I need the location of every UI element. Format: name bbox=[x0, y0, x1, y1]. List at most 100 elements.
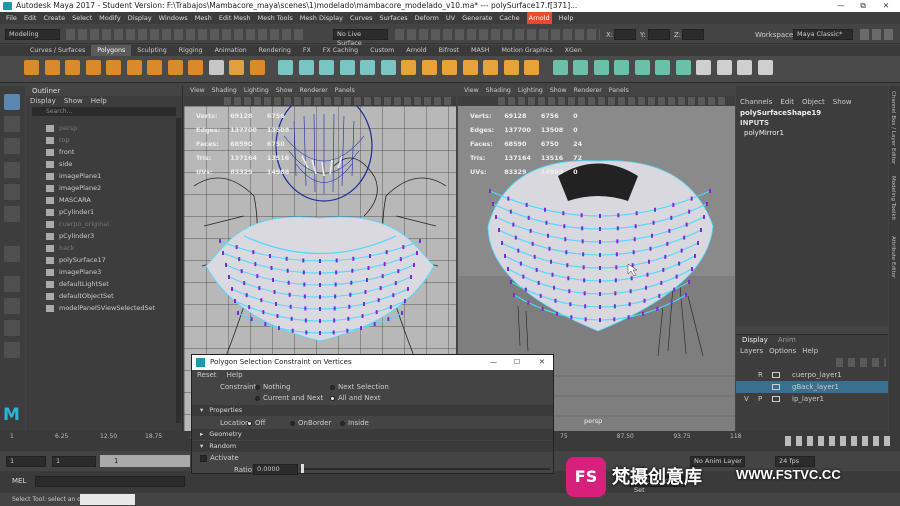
shelf-tool-icon[interactable] bbox=[380, 60, 396, 75]
viewport-menu-lighting[interactable]: Lighting bbox=[244, 86, 269, 96]
shelf-tool-icon[interactable] bbox=[634, 60, 650, 75]
dialog-close-button[interactable]: ✕ bbox=[539, 355, 545, 370]
move-tool-icon[interactable] bbox=[4, 162, 20, 178]
shelf-tool-icon[interactable] bbox=[278, 60, 293, 75]
outliner-item[interactable]: persp bbox=[46, 122, 77, 134]
menu-mesh[interactable]: Mesh bbox=[195, 12, 212, 24]
shelf-tool-icon[interactable] bbox=[401, 60, 416, 75]
random-section[interactable]: ▾ Random bbox=[192, 441, 553, 452]
layer-playback-toggle[interactable]: P bbox=[758, 393, 762, 405]
outliner-scrollbar[interactable] bbox=[176, 118, 181, 423]
range-bar[interactable]: 1 bbox=[100, 455, 190, 467]
outliner-item[interactable]: front bbox=[46, 146, 74, 158]
dialog-maximize-button[interactable]: ☐ bbox=[514, 355, 520, 370]
shelf-tool-icon[interactable] bbox=[614, 60, 629, 75]
shelf-tab-rendering[interactable]: Rendering bbox=[253, 45, 297, 56]
menu-curves[interactable]: Curves bbox=[350, 12, 373, 24]
radio-inside[interactable]: Inside bbox=[340, 419, 369, 427]
viewport-menu-shading[interactable]: Shading bbox=[486, 86, 511, 96]
radio-onborder[interactable]: OnBorder bbox=[290, 419, 331, 427]
layer-row[interactable]: V Pip_layer1 bbox=[736, 393, 888, 405]
menu-select[interactable]: Select bbox=[72, 12, 92, 24]
shelf-tool-icon[interactable] bbox=[167, 60, 183, 75]
start-frame-field[interactable]: 1 bbox=[6, 456, 46, 467]
dialog-reset-menu[interactable]: Reset bbox=[197, 370, 217, 381]
menu-cache[interactable]: Cache bbox=[499, 12, 519, 24]
side-tab-modeling-toolkit[interactable]: Modeling Toolkit bbox=[890, 176, 896, 220]
radio-nothing[interactable]: Nothing bbox=[255, 383, 291, 391]
shelf-tab-fx[interactable]: FX bbox=[297, 45, 317, 56]
outliner-item[interactable]: imagePlane1 bbox=[46, 170, 101, 182]
shelf-tab-arnold[interactable]: Arnold bbox=[400, 45, 432, 56]
outliner-item[interactable]: side bbox=[46, 158, 72, 170]
menu-mesh-display[interactable]: Mesh Display bbox=[300, 12, 343, 24]
shelf-tool-icon[interactable] bbox=[655, 60, 670, 75]
shelf-tool-icon[interactable] bbox=[421, 60, 437, 75]
shelf-tab-fx-caching[interactable]: FX Caching bbox=[317, 45, 364, 56]
shelf-tab-xgen[interactable]: XGen bbox=[559, 45, 588, 56]
channel-menu-channels[interactable]: Channels bbox=[740, 96, 772, 108]
shelf-tool-icon[interactable] bbox=[737, 60, 752, 75]
shelf-tool-icon[interactable] bbox=[552, 60, 568, 75]
layer-color-swatch[interactable] bbox=[772, 396, 780, 402]
shelf-tool-icon[interactable] bbox=[696, 60, 711, 75]
channel-menu-edit[interactable]: Edit bbox=[780, 96, 794, 108]
y-field[interactable] bbox=[648, 29, 670, 40]
layer-visibility-toggle[interactable]: V bbox=[744, 393, 749, 405]
four-view-icon[interactable] bbox=[4, 298, 20, 314]
shelf-tool-icon[interactable] bbox=[339, 60, 355, 75]
outliner-item[interactable]: top bbox=[46, 134, 70, 146]
radio-off[interactable]: Off bbox=[247, 419, 265, 427]
shelf-tool-icon[interactable] bbox=[462, 60, 478, 75]
scale-tool-icon[interactable] bbox=[4, 206, 20, 222]
shelf-tool-icon[interactable] bbox=[319, 60, 334, 75]
layer-playback-toggle[interactable]: R bbox=[758, 369, 763, 381]
dialog-minimize-button[interactable]: — bbox=[490, 355, 497, 370]
single-view-icon[interactable] bbox=[4, 276, 20, 292]
viewport-menu-show[interactable]: Show bbox=[276, 86, 293, 96]
outliner-item[interactable]: imagePlane3 bbox=[46, 266, 101, 278]
shelf-tab-curves-surfaces[interactable]: Curves / Surfaces bbox=[24, 45, 91, 56]
minimized-window-icon[interactable] bbox=[80, 494, 135, 505]
shelf-tab-bifrost[interactable]: Bifrost bbox=[433, 45, 465, 56]
shelf-tool-icon[interactable] bbox=[188, 60, 203, 75]
rotate-tool-icon[interactable] bbox=[4, 184, 20, 200]
two-view-icon[interactable] bbox=[4, 320, 20, 336]
dialog-help-menu[interactable]: Help bbox=[227, 370, 243, 381]
ratio-field[interactable]: 0.0000 bbox=[253, 464, 298, 475]
shelf-tool-icon[interactable] bbox=[65, 60, 80, 75]
outliner-layout-icon[interactable] bbox=[4, 342, 20, 358]
input-node[interactable]: polyMirror1 bbox=[736, 128, 888, 138]
viewport-menu-view[interactable]: View bbox=[190, 86, 205, 96]
close-button[interactable]: ✕ bbox=[875, 0, 897, 12]
viewport-menu-view[interactable]: View bbox=[464, 86, 479, 96]
outliner-menu-show[interactable]: Show bbox=[64, 96, 83, 106]
z-field[interactable] bbox=[682, 29, 704, 40]
mode-dropdown[interactable]: Modeling bbox=[5, 29, 60, 40]
shelf-tool-icon[interactable] bbox=[298, 60, 314, 75]
paint-select-icon[interactable] bbox=[4, 138, 20, 154]
shelf-tool-icon[interactable] bbox=[503, 60, 519, 75]
outliner-search[interactable]: Search... bbox=[32, 107, 176, 116]
shelf-tool-icon[interactable] bbox=[675, 60, 691, 75]
minimize-button[interactable]: — bbox=[830, 0, 852, 12]
viewport-menu-panels[interactable]: Panels bbox=[609, 86, 629, 96]
shelf-tab-motion-graphics[interactable]: Motion Graphics bbox=[496, 45, 559, 56]
radio-all-and-next[interactable]: All and Next bbox=[330, 394, 381, 402]
x-field[interactable] bbox=[614, 29, 636, 40]
side-tab-channelbox[interactable]: Channel Box / Layer Editor bbox=[890, 91, 896, 164]
live-surface-field[interactable]: No Live Surface bbox=[333, 29, 388, 47]
layer-row[interactable]: Rcuerpo_layer1 bbox=[736, 369, 888, 381]
radio-next-selection[interactable]: Next Selection bbox=[330, 383, 389, 391]
select-tool-icon[interactable] bbox=[4, 94, 20, 110]
mel-input[interactable] bbox=[35, 476, 185, 487]
shelf-tool-icon[interactable] bbox=[757, 60, 773, 75]
outliner-item[interactable]: defaultLightSet bbox=[46, 278, 109, 290]
shelf-tool-icon[interactable] bbox=[442, 60, 457, 75]
shelf-tool-icon[interactable] bbox=[483, 60, 498, 75]
viewport-menu-renderer[interactable]: Renderer bbox=[574, 86, 602, 96]
viewport-menu-show[interactable]: Show bbox=[550, 86, 567, 96]
outliner-item[interactable]: polySurface17 bbox=[46, 254, 106, 266]
menu-deform[interactable]: Deform bbox=[415, 12, 439, 24]
menu-display[interactable]: Display bbox=[128, 12, 152, 24]
